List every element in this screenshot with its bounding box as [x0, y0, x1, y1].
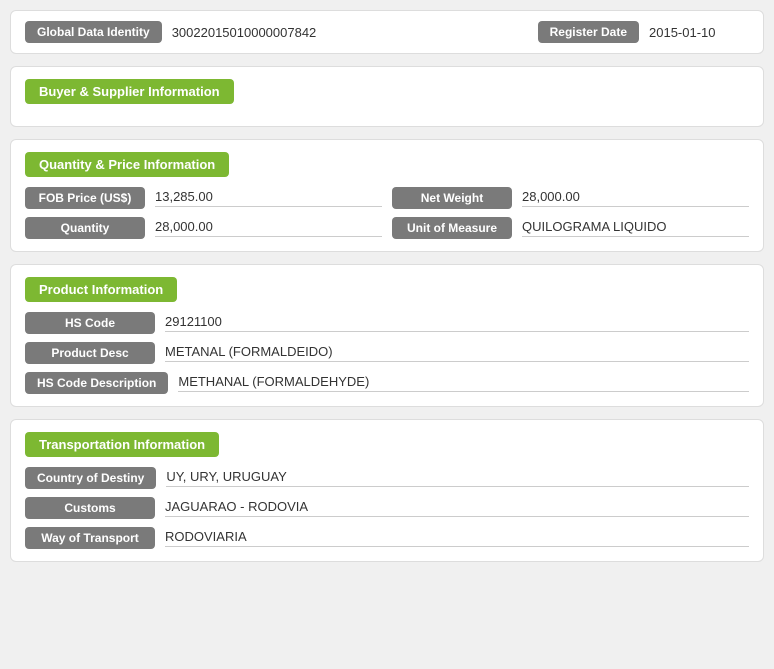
- net-weight-label: Net Weight: [392, 187, 512, 209]
- buyer-supplier-title: Buyer & Supplier Information: [25, 79, 234, 104]
- qty-uom-row: Quantity 28,000.00 Unit of Measure QUILO…: [25, 217, 749, 239]
- register-date-label: Register Date: [538, 21, 639, 43]
- country-of-destiny-label: Country of Destiny: [25, 467, 156, 489]
- customs-value: JAGUARAO - RODOVIA: [165, 499, 749, 517]
- country-of-destiny-value: UY, URY, URUGUAY: [166, 469, 749, 487]
- customs-label: Customs: [25, 497, 155, 519]
- fob-price-value: 13,285.00: [155, 189, 382, 207]
- net-weight-col: Net Weight 28,000.00: [392, 187, 749, 209]
- buyer-supplier-card: Buyer & Supplier Information: [10, 66, 764, 127]
- hs-code-label: HS Code: [25, 312, 155, 334]
- way-of-transport-value: RODOVIARIA: [165, 529, 749, 547]
- transportation-card: Transportation Information Country of De…: [10, 419, 764, 562]
- way-of-transport-row: Way of Transport RODOVIARIA: [25, 527, 749, 549]
- product-desc-row: Product Desc METANAL (FORMALDEIDO): [25, 342, 749, 364]
- unit-of-measure-label: Unit of Measure: [392, 217, 512, 239]
- product-desc-value: METANAL (FORMALDEIDO): [165, 344, 749, 362]
- hs-code-desc-value: METHANAL (FORMALDEHYDE): [178, 374, 749, 392]
- global-data-identity-label: Global Data Identity: [25, 21, 162, 43]
- fob-price-label: FOB Price (US$): [25, 187, 145, 209]
- customs-row: Customs JAGUARAO - RODOVIA: [25, 497, 749, 519]
- global-data-identity-value: 30022015010000007842: [172, 25, 528, 40]
- quantity-price-title: Quantity & Price Information: [25, 152, 229, 177]
- product-card: Product Information HS Code 29121100 Pro…: [10, 264, 764, 407]
- quantity-col: Quantity 28,000.00: [25, 217, 382, 239]
- transportation-title: Transportation Information: [25, 432, 219, 457]
- product-title: Product Information: [25, 277, 177, 302]
- country-of-destiny-row: Country of Destiny UY, URY, URUGUAY: [25, 467, 749, 489]
- net-weight-value: 28,000.00: [522, 189, 749, 207]
- hs-code-row: HS Code 29121100: [25, 312, 749, 334]
- way-of-transport-label: Way of Transport: [25, 527, 155, 549]
- hs-code-desc-row: HS Code Description METHANAL (FORMALDEHY…: [25, 372, 749, 394]
- fob-price-col: FOB Price (US$) 13,285.00: [25, 187, 382, 209]
- quantity-value: 28,000.00: [155, 219, 382, 237]
- quantity-price-card: Quantity & Price Information FOB Price (…: [10, 139, 764, 252]
- unit-of-measure-col: Unit of Measure QUILOGRAMA LIQUIDO: [392, 217, 749, 239]
- quantity-label: Quantity: [25, 217, 145, 239]
- global-data-row: Global Data Identity 3002201501000000784…: [10, 10, 764, 54]
- fob-net-row: FOB Price (US$) 13,285.00 Net Weight 28,…: [25, 187, 749, 209]
- unit-of-measure-value: QUILOGRAMA LIQUIDO: [522, 219, 749, 237]
- hs-code-value: 29121100: [165, 314, 749, 332]
- hs-code-desc-label: HS Code Description: [25, 372, 168, 394]
- register-date-value: 2015-01-10: [649, 25, 749, 40]
- product-desc-label: Product Desc: [25, 342, 155, 364]
